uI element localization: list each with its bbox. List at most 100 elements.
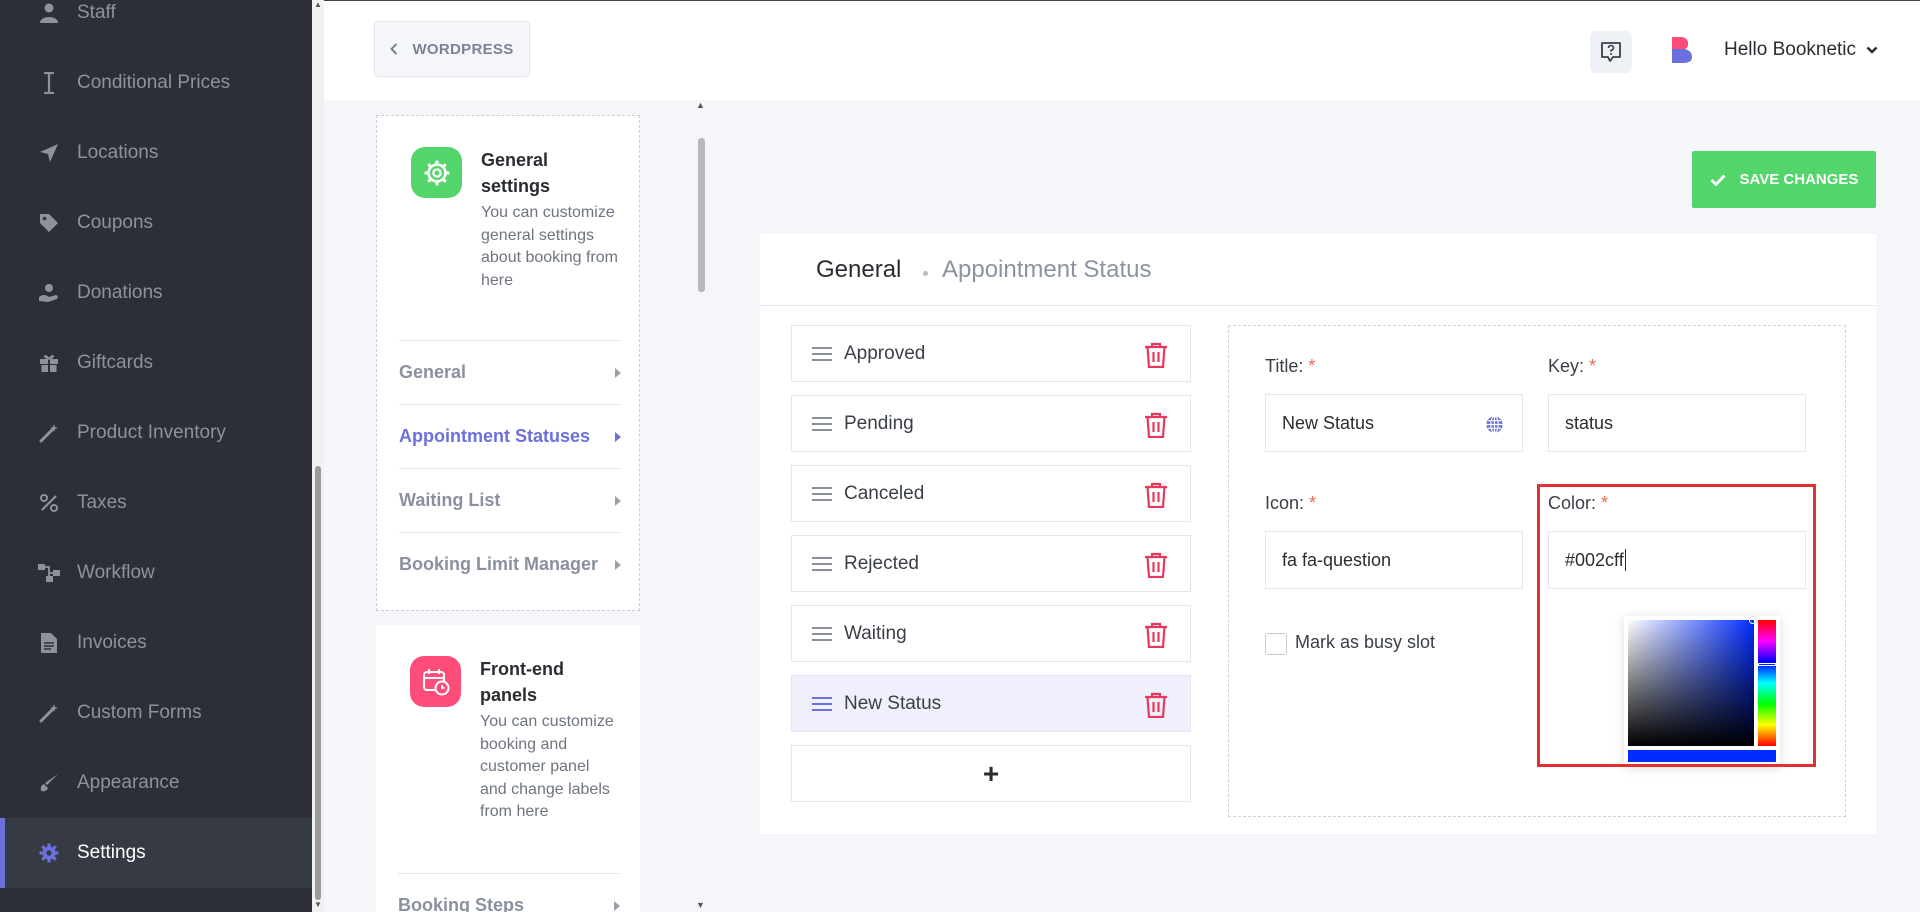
hue-slider[interactable] xyxy=(1758,620,1776,746)
caret-right-icon xyxy=(615,367,621,378)
back-to-wordpress-button[interactable]: WORDPRESS xyxy=(374,21,530,77)
invoice-icon xyxy=(38,632,60,654)
status-list-item[interactable]: Pending xyxy=(791,395,1191,452)
trash-icon[interactable] xyxy=(1144,342,1168,368)
workflow-icon xyxy=(38,562,60,584)
icon-label: Icon: * xyxy=(1265,493,1317,513)
add-status-button[interactable]: + xyxy=(791,745,1191,802)
status-list-item-selected[interactable]: New Status xyxy=(791,675,1191,732)
sidebar-item-workflow[interactable]: Workflow xyxy=(0,538,312,608)
back-button-label: WORDPRESS xyxy=(412,40,514,58)
sidebar-item-locations[interactable]: Locations xyxy=(0,118,312,188)
brush-icon xyxy=(38,772,60,794)
sidebar-item-product-inventory[interactable]: Product Inventory xyxy=(0,398,312,468)
drag-handle-icon[interactable] xyxy=(812,417,832,431)
user-greeting: Hello Booknetic xyxy=(1724,39,1857,60)
booknetic-logo-icon xyxy=(1672,37,1692,63)
sidebar-item-label: Coupons xyxy=(77,212,154,233)
scroll-up-arrow-icon[interactable]: ▲ xyxy=(314,0,322,9)
help-button[interactable] xyxy=(1590,31,1632,73)
key-input[interactable]: status xyxy=(1548,394,1806,452)
top-bar: WORDPRESS Hello Booknetic xyxy=(324,0,1920,100)
card-title: General settings xyxy=(481,150,551,196)
sidebar-item-label: Locations xyxy=(77,142,159,163)
user-icon xyxy=(38,2,60,24)
status-list-item[interactable]: Rejected xyxy=(791,535,1191,592)
status-name: Canceled xyxy=(844,482,925,504)
sidebar-item-label: Workflow xyxy=(77,562,155,583)
sidebar-item-staff[interactable]: Staff xyxy=(0,0,312,48)
settings-scrollbar[interactable]: ▲ ▼ xyxy=(694,100,708,912)
busy-slot-checkbox[interactable] xyxy=(1265,633,1287,655)
trash-icon[interactable] xyxy=(1144,622,1168,648)
front-end-panels-card: Front-end panels You can customize booki… xyxy=(376,625,640,912)
save-button-label: SAVE CHANGES xyxy=(1739,171,1859,188)
scrollbar-thumb[interactable] xyxy=(698,138,705,292)
color-input[interactable]: #002cff xyxy=(1548,531,1806,589)
sidebar-item-coupons[interactable]: Coupons xyxy=(0,188,312,258)
save-changes-button[interactable]: SAVE CHANGES xyxy=(1692,151,1876,208)
trash-icon[interactable] xyxy=(1144,412,1168,438)
drag-handle-icon[interactable] xyxy=(812,627,832,641)
sidebar-item-label: Invoices xyxy=(77,632,147,653)
key-input-value: status xyxy=(1565,412,1614,433)
sidebar-item-taxes[interactable]: Taxes xyxy=(0,468,312,538)
settings-link-general[interactable]: General xyxy=(399,340,621,404)
scrollbar-thumb[interactable] xyxy=(315,466,321,900)
settings-link-waiting-list[interactable]: Waiting List xyxy=(399,468,621,532)
drag-handle-icon[interactable] xyxy=(812,347,832,361)
sidebar-item-appearance[interactable]: Appearance xyxy=(0,748,312,818)
busy-slot-label[interactable]: Mark as busy slot xyxy=(1295,632,1435,653)
title-label: Title: * xyxy=(1265,356,1316,376)
title-input-value: New Status xyxy=(1282,412,1375,433)
sidebar-item-invoices[interactable]: Invoices xyxy=(0,608,312,678)
status-name: Pending xyxy=(844,412,914,434)
drag-handle-icon[interactable] xyxy=(812,557,832,571)
trash-icon[interactable] xyxy=(1144,692,1168,718)
hue-slider-marker[interactable] xyxy=(1758,663,1776,666)
scroll-down-arrow-icon[interactable]: ▼ xyxy=(314,900,322,909)
scroll-up-arrow-icon[interactable]: ▲ xyxy=(696,100,705,110)
trash-icon[interactable] xyxy=(1144,552,1168,578)
settings-link-booking-steps[interactable]: Booking Steps xyxy=(398,873,620,912)
sidebar-item-custom-forms[interactable]: Custom Forms xyxy=(0,678,312,748)
saturation-value-area[interactable] xyxy=(1628,620,1754,746)
status-list-item[interactable]: Waiting xyxy=(791,605,1191,662)
sidebar-item-label: Staff xyxy=(77,2,116,23)
help-chat-icon xyxy=(1601,42,1621,62)
sidebar-item-conditional-prices[interactable]: Conditional Prices xyxy=(0,48,312,118)
drag-handle-icon[interactable] xyxy=(812,487,832,501)
breadcrumb-main[interactable]: General xyxy=(816,256,901,284)
percent-icon xyxy=(38,492,60,514)
caret-right-icon xyxy=(615,495,621,506)
icon-input[interactable]: fa fa-question xyxy=(1265,531,1523,589)
settings-link-appointment-statuses[interactable]: Appointment Statuses xyxy=(399,404,621,468)
scroll-down-arrow-icon[interactable]: ▼ xyxy=(696,900,705,910)
text-cursor xyxy=(1624,549,1626,571)
link-label: Waiting List xyxy=(399,490,501,510)
caret-right-icon xyxy=(615,559,621,570)
trash-icon[interactable] xyxy=(1144,482,1168,508)
drag-handle-icon[interactable] xyxy=(812,697,832,711)
caret-right-icon xyxy=(614,900,620,911)
sidebar-item-settings[interactable]: Settings xyxy=(0,818,312,888)
breadcrumb-current: Appointment Status xyxy=(942,256,1152,283)
calendar-clock-icon xyxy=(410,656,461,707)
user-menu[interactable]: Hello Booknetic xyxy=(1724,39,1878,61)
status-list-item[interactable]: Canceled xyxy=(791,465,1191,522)
status-list-item[interactable]: Approved xyxy=(791,325,1191,382)
sidebar-item-donations[interactable]: Donations xyxy=(0,258,312,328)
cursor-icon xyxy=(38,72,60,94)
title-input[interactable]: New Status xyxy=(1265,394,1523,452)
page-scrollbar[interactable]: ▲ ▼ xyxy=(312,0,324,912)
sidebar-item-giftcards[interactable]: Giftcards xyxy=(0,328,312,398)
sidebar-item-label: Giftcards xyxy=(77,352,154,373)
color-picker-cursor[interactable] xyxy=(1749,617,1756,624)
chevron-left-icon xyxy=(390,43,398,55)
status-name: New Status xyxy=(844,692,942,714)
sidebar-item-label: Custom Forms xyxy=(77,702,202,723)
settings-link-booking-limit-manager[interactable]: Booking Limit Manager xyxy=(399,532,621,596)
key-label: Key: * xyxy=(1548,356,1597,376)
status-edit-form: Title: * New Status Key: * status Icon: * f… xyxy=(1228,325,1846,817)
globe-icon[interactable] xyxy=(1485,415,1504,434)
